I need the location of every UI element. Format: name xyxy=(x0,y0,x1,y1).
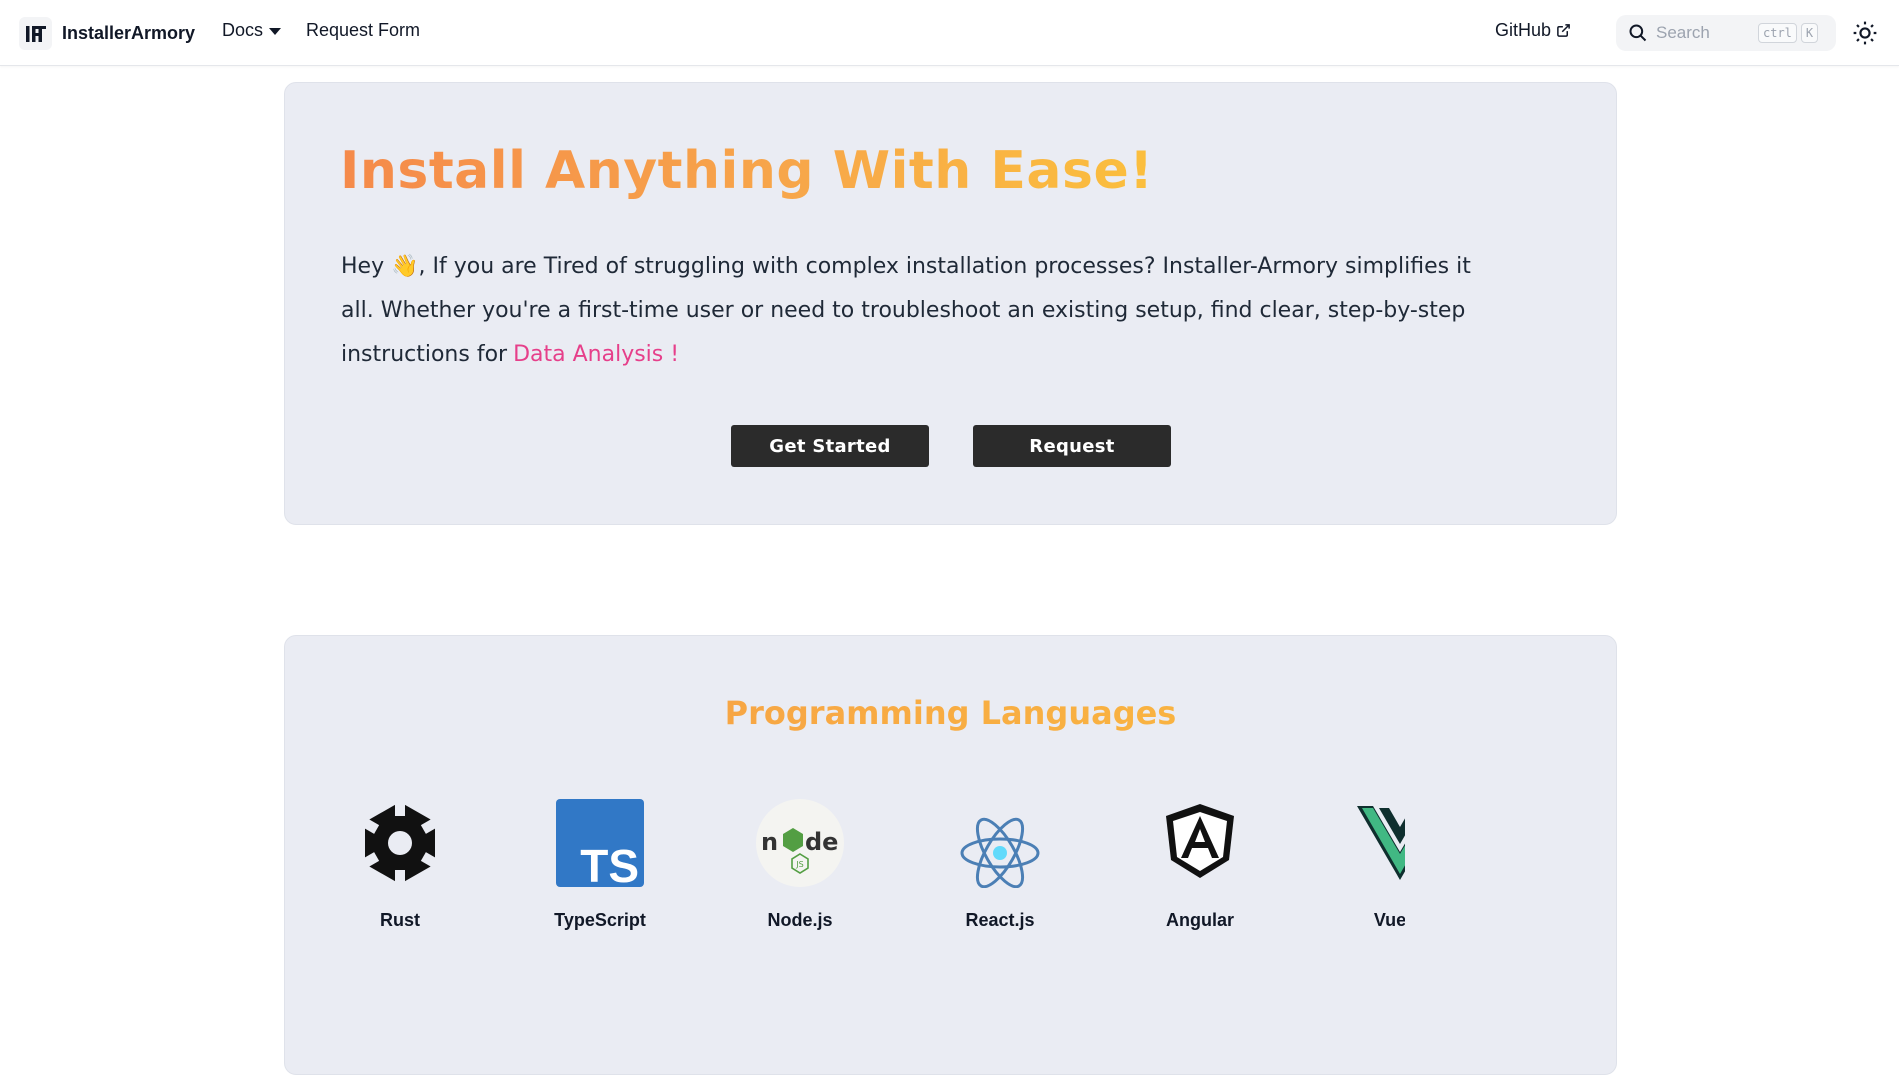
svg-text:TS: TS xyxy=(580,840,639,888)
angular-icon xyxy=(1155,798,1245,888)
language-item-vue[interactable]: Vue.js xyxy=(1335,798,1405,931)
kbd-ctrl: ctrl xyxy=(1758,23,1797,43)
sun-icon xyxy=(1853,21,1877,45)
caret-down-icon xyxy=(269,28,282,35)
nav-request-form-label: Request Form xyxy=(306,20,421,40)
theme-toggle-button[interactable] xyxy=(1852,20,1878,46)
language-item-nodejs[interactable]: n de JS Node.js xyxy=(735,798,865,931)
language-label: Angular xyxy=(1165,910,1234,930)
nav-docs-dropdown[interactable]: Docs xyxy=(222,20,282,41)
language-label: Rust xyxy=(380,910,420,930)
language-item-typescript[interactable]: TS TypeScript xyxy=(535,798,665,931)
react-icon xyxy=(955,798,1045,888)
hero-rotating-highlight: Data Analysis ! xyxy=(513,342,680,367)
typescript-icon: TS xyxy=(555,798,645,888)
search-placeholder: Search xyxy=(1656,23,1710,42)
wave-emoji-icon: 👋 xyxy=(391,254,419,279)
language-label: React.js xyxy=(965,910,1035,930)
language-label: Vue.js xyxy=(1373,910,1405,930)
language-item-rust[interactable]: Rust xyxy=(335,798,465,931)
kbd-k: K xyxy=(1800,23,1819,43)
svg-text:n: n xyxy=(761,828,778,856)
language-label: TypeScript xyxy=(554,910,646,930)
external-link-icon xyxy=(1556,23,1571,38)
hero-card: Install Anything With Ease! Hey 👋, If yo… xyxy=(284,82,1617,525)
brand-name: InstallerArmory xyxy=(62,23,196,43)
hero-intro-body: , If you are Tired of struggling with co… xyxy=(341,254,1471,367)
brand-link[interactable]: InstallerArmory xyxy=(19,17,195,50)
programming-languages-card: Programming Languages Rust TS TypeScript… xyxy=(284,635,1617,1075)
hero-title: Install Anything With Ease! xyxy=(340,141,1154,201)
language-label: Node.js xyxy=(767,910,833,930)
navbar: InstallerArmory Docs Request Form GitHub… xyxy=(0,0,1899,66)
svg-text:JS: JS xyxy=(795,860,803,869)
get-started-button[interactable]: Get Started xyxy=(731,425,929,467)
language-item-angular[interactable]: Angular xyxy=(1135,798,1265,931)
nav-request-form[interactable]: Request Form xyxy=(306,20,420,41)
request-button[interactable]: Request xyxy=(973,425,1171,467)
hero-intro: Hey 👋, If you are Tired of struggling wi… xyxy=(341,245,1471,377)
nav-docs-label: Docs xyxy=(222,20,264,40)
hero-intro-prefix: Hey xyxy=(341,254,392,279)
svg-text:de: de xyxy=(805,828,838,856)
search-box[interactable]: Search ctrl K xyxy=(1616,15,1836,51)
section-title-text: Programming Languages xyxy=(724,694,1177,732)
search-icon xyxy=(1628,23,1648,43)
language-item-react[interactable]: React.js xyxy=(935,798,1065,931)
nav-github-label: GitHub xyxy=(1495,20,1552,40)
section-title: Programming Languages xyxy=(285,694,1616,732)
vue-icon xyxy=(1355,798,1405,888)
installerarmory-logo-icon xyxy=(19,17,52,50)
nodejs-icon: n de JS xyxy=(755,798,845,888)
nav-github-link[interactable]: GitHub xyxy=(1495,20,1571,41)
rust-icon xyxy=(355,798,445,888)
languages-carousel: Rust TS TypeScript n de JS Node.js React… xyxy=(335,798,1405,938)
